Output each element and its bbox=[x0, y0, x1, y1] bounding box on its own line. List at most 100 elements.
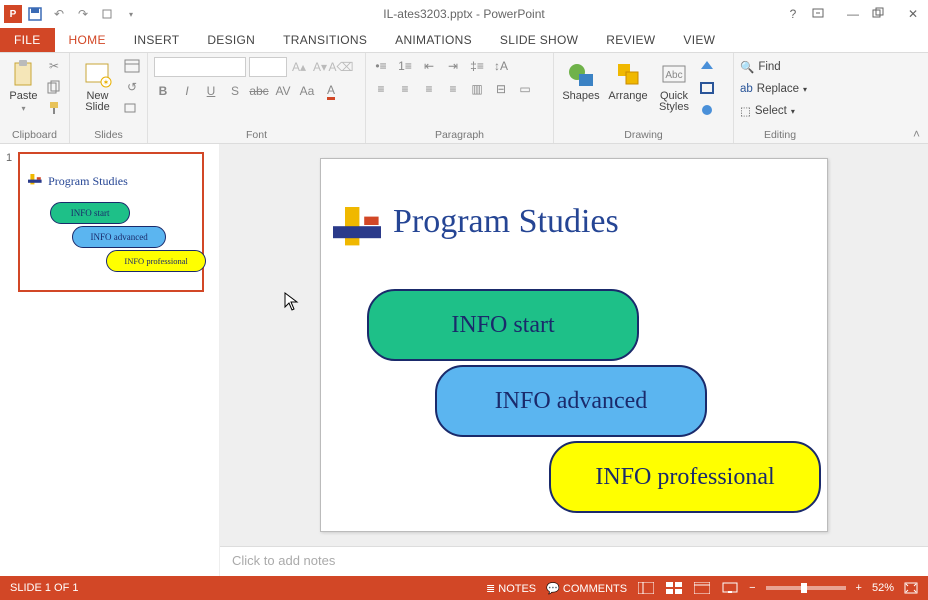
tab-file[interactable]: FILE bbox=[0, 28, 55, 52]
shape-outline-icon[interactable] bbox=[698, 79, 716, 97]
slide-title[interactable]: Program Studies bbox=[393, 203, 619, 241]
close-icon[interactable]: ✕ bbox=[902, 7, 924, 21]
group-drawing: Shapes Arrange Abc Quick Styles Drawing bbox=[554, 53, 734, 143]
arrange-button[interactable]: Arrange bbox=[606, 57, 650, 104]
tab-review[interactable]: REVIEW bbox=[592, 28, 669, 52]
zoom-out-icon[interactable]: − bbox=[749, 582, 755, 594]
ribbon-tabs: FILE HOME INSERT DESIGN TRANSITIONS ANIM… bbox=[0, 28, 928, 52]
slide-thumbnail-pane: 1 Program Studies INFO start INFO advanc… bbox=[0, 144, 220, 576]
quick-styles-button[interactable]: Abc Quick Styles bbox=[654, 57, 694, 115]
italic-icon[interactable]: I bbox=[178, 82, 196, 100]
line-spacing-icon[interactable]: ‡≡ bbox=[468, 57, 486, 75]
group-label-font: Font bbox=[154, 128, 359, 141]
group-label-editing: Editing bbox=[740, 128, 820, 141]
strikethrough-icon[interactable]: abc bbox=[250, 82, 268, 100]
slide-canvas-wrap: Program Studies INFO start INFO advanced… bbox=[220, 144, 928, 546]
shapes-button[interactable]: Shapes bbox=[560, 57, 602, 104]
change-case-icon[interactable]: Aa bbox=[298, 82, 316, 100]
align-left-icon[interactable]: ≡ bbox=[372, 80, 390, 98]
tab-transitions[interactable]: TRANSITIONS bbox=[269, 28, 381, 52]
numbering-icon[interactable]: 1≡ bbox=[396, 57, 414, 75]
clear-formatting-icon[interactable]: A⌫ bbox=[332, 58, 350, 76]
shadow-icon[interactable]: S bbox=[226, 82, 244, 100]
tab-animations[interactable]: ANIMATIONS bbox=[381, 28, 486, 52]
zoom-slider[interactable] bbox=[766, 586, 846, 590]
thumbnail-slide-1[interactable]: 1 Program Studies INFO start INFO advanc… bbox=[6, 152, 213, 292]
shape-effects-icon[interactable] bbox=[698, 101, 716, 119]
find-button[interactable]: 🔍Find bbox=[740, 57, 807, 77]
restore-icon[interactable] bbox=[872, 7, 894, 21]
font-size-combo[interactable] bbox=[249, 57, 287, 77]
thumbnail-number: 1 bbox=[6, 152, 12, 292]
new-slide-button[interactable]: ✶ New Slide bbox=[76, 57, 119, 115]
undo-icon[interactable]: ↶ bbox=[48, 3, 70, 25]
cursor-icon bbox=[284, 292, 300, 312]
smartart-icon[interactable]: ▭ bbox=[516, 80, 534, 98]
section-icon[interactable] bbox=[123, 99, 141, 117]
tab-view[interactable]: VIEW bbox=[669, 28, 729, 52]
align-right-icon[interactable]: ≡ bbox=[420, 80, 438, 98]
paste-icon bbox=[9, 59, 39, 89]
start-from-beginning-icon[interactable] bbox=[96, 3, 118, 25]
help-icon[interactable]: ? bbox=[782, 7, 804, 21]
font-color-icon[interactable]: A bbox=[322, 82, 340, 100]
reset-icon[interactable]: ↺ bbox=[123, 78, 141, 96]
layout-icon[interactable] bbox=[123, 57, 141, 75]
tab-insert[interactable]: INSERT bbox=[120, 28, 194, 52]
increase-font-icon[interactable]: A▴ bbox=[290, 58, 308, 76]
ribbon-options-icon[interactable] bbox=[812, 7, 834, 21]
underline-icon[interactable]: U bbox=[202, 82, 220, 100]
slide-logo-icon bbox=[333, 207, 381, 255]
status-comments-button[interactable]: 💬 COMMENTS bbox=[546, 582, 627, 595]
align-center-icon[interactable]: ≡ bbox=[396, 80, 414, 98]
slide-shape-info-advanced[interactable]: INFO advanced bbox=[435, 365, 707, 437]
justify-icon[interactable]: ≡ bbox=[444, 80, 462, 98]
font-family-combo[interactable] bbox=[154, 57, 246, 77]
format-painter-icon[interactable] bbox=[45, 99, 63, 117]
bullets-icon[interactable]: •≡ bbox=[372, 57, 390, 75]
char-spacing-icon[interactable]: AV bbox=[274, 82, 292, 100]
normal-view-icon[interactable] bbox=[637, 581, 655, 595]
tab-design[interactable]: DESIGN bbox=[193, 28, 269, 52]
save-icon[interactable] bbox=[24, 3, 46, 25]
slide-shape-info-professional[interactable]: INFO professional bbox=[549, 441, 821, 513]
slide-canvas[interactable]: Program Studies INFO start INFO advanced… bbox=[320, 158, 828, 532]
copy-icon[interactable] bbox=[45, 78, 63, 96]
slide-area: Program Studies INFO start INFO advanced… bbox=[220, 144, 928, 576]
bold-icon[interactable]: B bbox=[154, 82, 172, 100]
decrease-font-icon[interactable]: A▾ bbox=[311, 58, 329, 76]
slideshow-view-icon[interactable] bbox=[721, 581, 739, 595]
paste-button[interactable]: Paste ▾ bbox=[6, 57, 41, 115]
columns-icon[interactable]: ▥ bbox=[468, 80, 486, 98]
slide-shape-info-start[interactable]: INFO start bbox=[367, 289, 639, 361]
status-notes-button[interactable]: ≣ NOTES bbox=[486, 582, 536, 595]
text-direction-icon[interactable]: ↕A bbox=[492, 57, 510, 75]
replace-icon: ab bbox=[740, 83, 753, 95]
minimize-icon[interactable]: — bbox=[842, 7, 864, 21]
thumbnail-shape-3: INFO professional bbox=[106, 250, 206, 272]
window-title: IL-ates3203.pptx - PowerPoint bbox=[383, 7, 544, 21]
group-slides: ✶ New Slide ↺ Slides bbox=[70, 53, 148, 143]
replace-button[interactable]: abReplace▾ bbox=[740, 79, 807, 99]
decrease-indent-icon[interactable]: ⇤ bbox=[420, 57, 438, 75]
status-slide-info: SLIDE 1 OF 1 bbox=[10, 582, 78, 594]
zoom-level[interactable]: 52% bbox=[872, 582, 894, 594]
collapse-ribbon-icon[interactable]: ˄ bbox=[913, 127, 920, 141]
arrange-icon bbox=[613, 59, 643, 89]
qat-more-icon[interactable]: ▾ bbox=[120, 3, 142, 25]
zoom-in-icon[interactable]: + bbox=[856, 582, 862, 594]
tab-slideshow[interactable]: SLIDE SHOW bbox=[486, 28, 592, 52]
increase-indent-icon[interactable]: ⇥ bbox=[444, 57, 462, 75]
shape-fill-icon[interactable] bbox=[698, 57, 716, 75]
zoom-slider-thumb[interactable] bbox=[801, 583, 807, 593]
align-text-icon[interactable]: ⊟ bbox=[492, 80, 510, 98]
tab-home[interactable]: HOME bbox=[55, 28, 120, 52]
reading-view-icon[interactable] bbox=[693, 581, 711, 595]
notes-pane[interactable]: Click to add notes bbox=[220, 546, 928, 576]
cut-icon[interactable]: ✂ bbox=[45, 57, 63, 75]
slide-logo-icon bbox=[28, 174, 44, 190]
fit-to-window-icon[interactable] bbox=[904, 582, 918, 594]
select-button[interactable]: ⬚Select▾ bbox=[740, 101, 807, 121]
redo-icon[interactable]: ↷ bbox=[72, 3, 94, 25]
slide-sorter-view-icon[interactable] bbox=[665, 581, 683, 595]
